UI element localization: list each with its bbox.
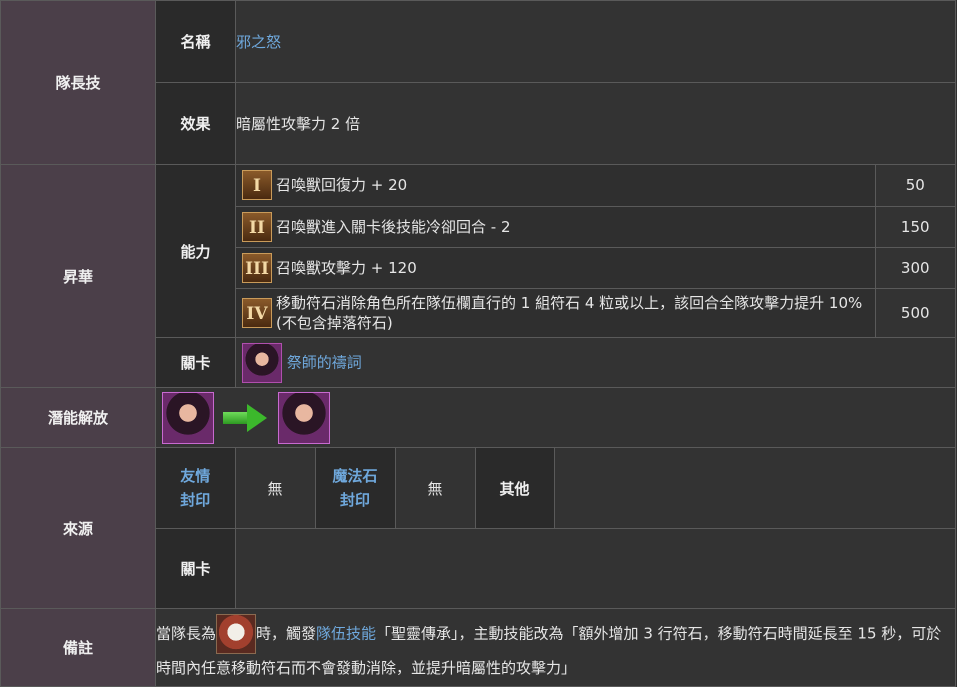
- team-skill-link[interactable]: 隊伍技能: [316, 624, 376, 642]
- roman-numeral-2-icon: II: [242, 211, 272, 242]
- stage-portrait-icon[interactable]: [242, 342, 282, 383]
- ascension-header: 昇華: [0, 164, 156, 388]
- monster-info-panel: 隊長技 名稱 邪之怒 效果 暗屬性攻擊力 2 倍 昇華 能力 I 召喚獸回復力 +…: [0, 0, 957, 687]
- ability-text: 移動符石消除角色所在隊伍欄直行的 1 組符石 4 粒或以上，該回合全隊攻擊力提升…: [276, 293, 863, 332]
- ability-cost: 500: [874, 287, 955, 337]
- source-stage-label: 關卡: [155, 528, 236, 609]
- remarks-content: 當隊長為 時，觸發隊伍技能「聖靈傳承」，主動技能改為「額外增加 3 行符石，移動符…: [155, 608, 956, 687]
- potential-release-content: [155, 387, 956, 448]
- leader-portrait-icon[interactable]: [216, 613, 257, 654]
- ascension-stage-link[interactable]: 祭師的禱詞: [287, 353, 362, 371]
- leader-skill-effect: 暗屬性攻擊力 2 倍: [235, 82, 956, 165]
- before-portrait-icon[interactable]: [162, 391, 214, 444]
- ability-label: 能力: [155, 164, 236, 338]
- ability-text: 召喚獸回復力 + 20: [276, 176, 408, 195]
- magic-stone-seal-label: 魔法石 封印: [314, 448, 396, 528]
- remarks-text-middle: 時，觸發: [256, 624, 317, 642]
- roman-numeral-3-icon: III: [242, 252, 272, 283]
- ability-text: 召喚獸進入關卡後技能冷卻回合 - 2: [276, 217, 511, 236]
- roman-numeral-4-icon: IV: [242, 297, 272, 328]
- magic-stone-seal-value: 無: [394, 448, 476, 528]
- arrow-right-icon: [222, 403, 269, 432]
- leader-skill-name[interactable]: 邪之怒: [235, 0, 956, 83]
- remarks-text-prefix: 當隊長為: [156, 624, 217, 642]
- remarks-header: 備註: [0, 608, 156, 687]
- friend-seal-label: 友情 封印: [156, 448, 236, 528]
- ascension-stage[interactable]: 祭師的禱詞: [235, 337, 956, 388]
- ascension-ability-table: I 召喚獸回復力 + 20 50 II 召喚獸進入關卡後技能冷卻回合 - 2 150…: [236, 165, 955, 337]
- source-header: 來源: [0, 447, 156, 609]
- ability-row-1: I 召喚獸回復力 + 20: [236, 165, 876, 207]
- leader-skill-name-link[interactable]: 邪之怒: [236, 33, 281, 51]
- ability-row-3: III 召喚獸攻擊力 + 120: [236, 246, 876, 289]
- name-label: 名稱: [155, 0, 236, 83]
- leader-skill-header: 隊長技: [0, 0, 156, 165]
- other-label: 其他: [474, 448, 555, 528]
- ability-cost: 50: [874, 165, 955, 207]
- source-stage-value: [235, 528, 956, 609]
- potential-release-header: 潛能解放: [0, 387, 156, 448]
- ability-row-4: IV移動符石消除角色所在隊伍欄直行的 1 組符石 4 粒或以上，該回合全隊攻擊力…: [236, 287, 876, 337]
- source-table: 友情 封印 無 魔法石 封印 無 其他: [156, 448, 955, 528]
- other-value: [553, 448, 955, 528]
- ability-row-2: II 召喚獸進入關卡後技能冷卻回合 - 2: [236, 205, 876, 248]
- after-portrait-icon[interactable]: [277, 391, 330, 444]
- ability-cost: 150: [874, 205, 955, 248]
- roman-numeral-1-icon: I: [242, 170, 272, 201]
- friend-seal-value: 無: [234, 448, 316, 528]
- effect-label: 效果: [155, 82, 236, 165]
- ability-text: 召喚獸攻擊力 + 120: [276, 258, 417, 277]
- stage-label: 關卡: [155, 337, 236, 388]
- ability-cost: 300: [874, 246, 955, 289]
- monster-info-table: 隊長技 名稱 邪之怒 效果 暗屬性攻擊力 2 倍 昇華 能力 I 召喚獸回復力 +…: [0, 0, 956, 687]
